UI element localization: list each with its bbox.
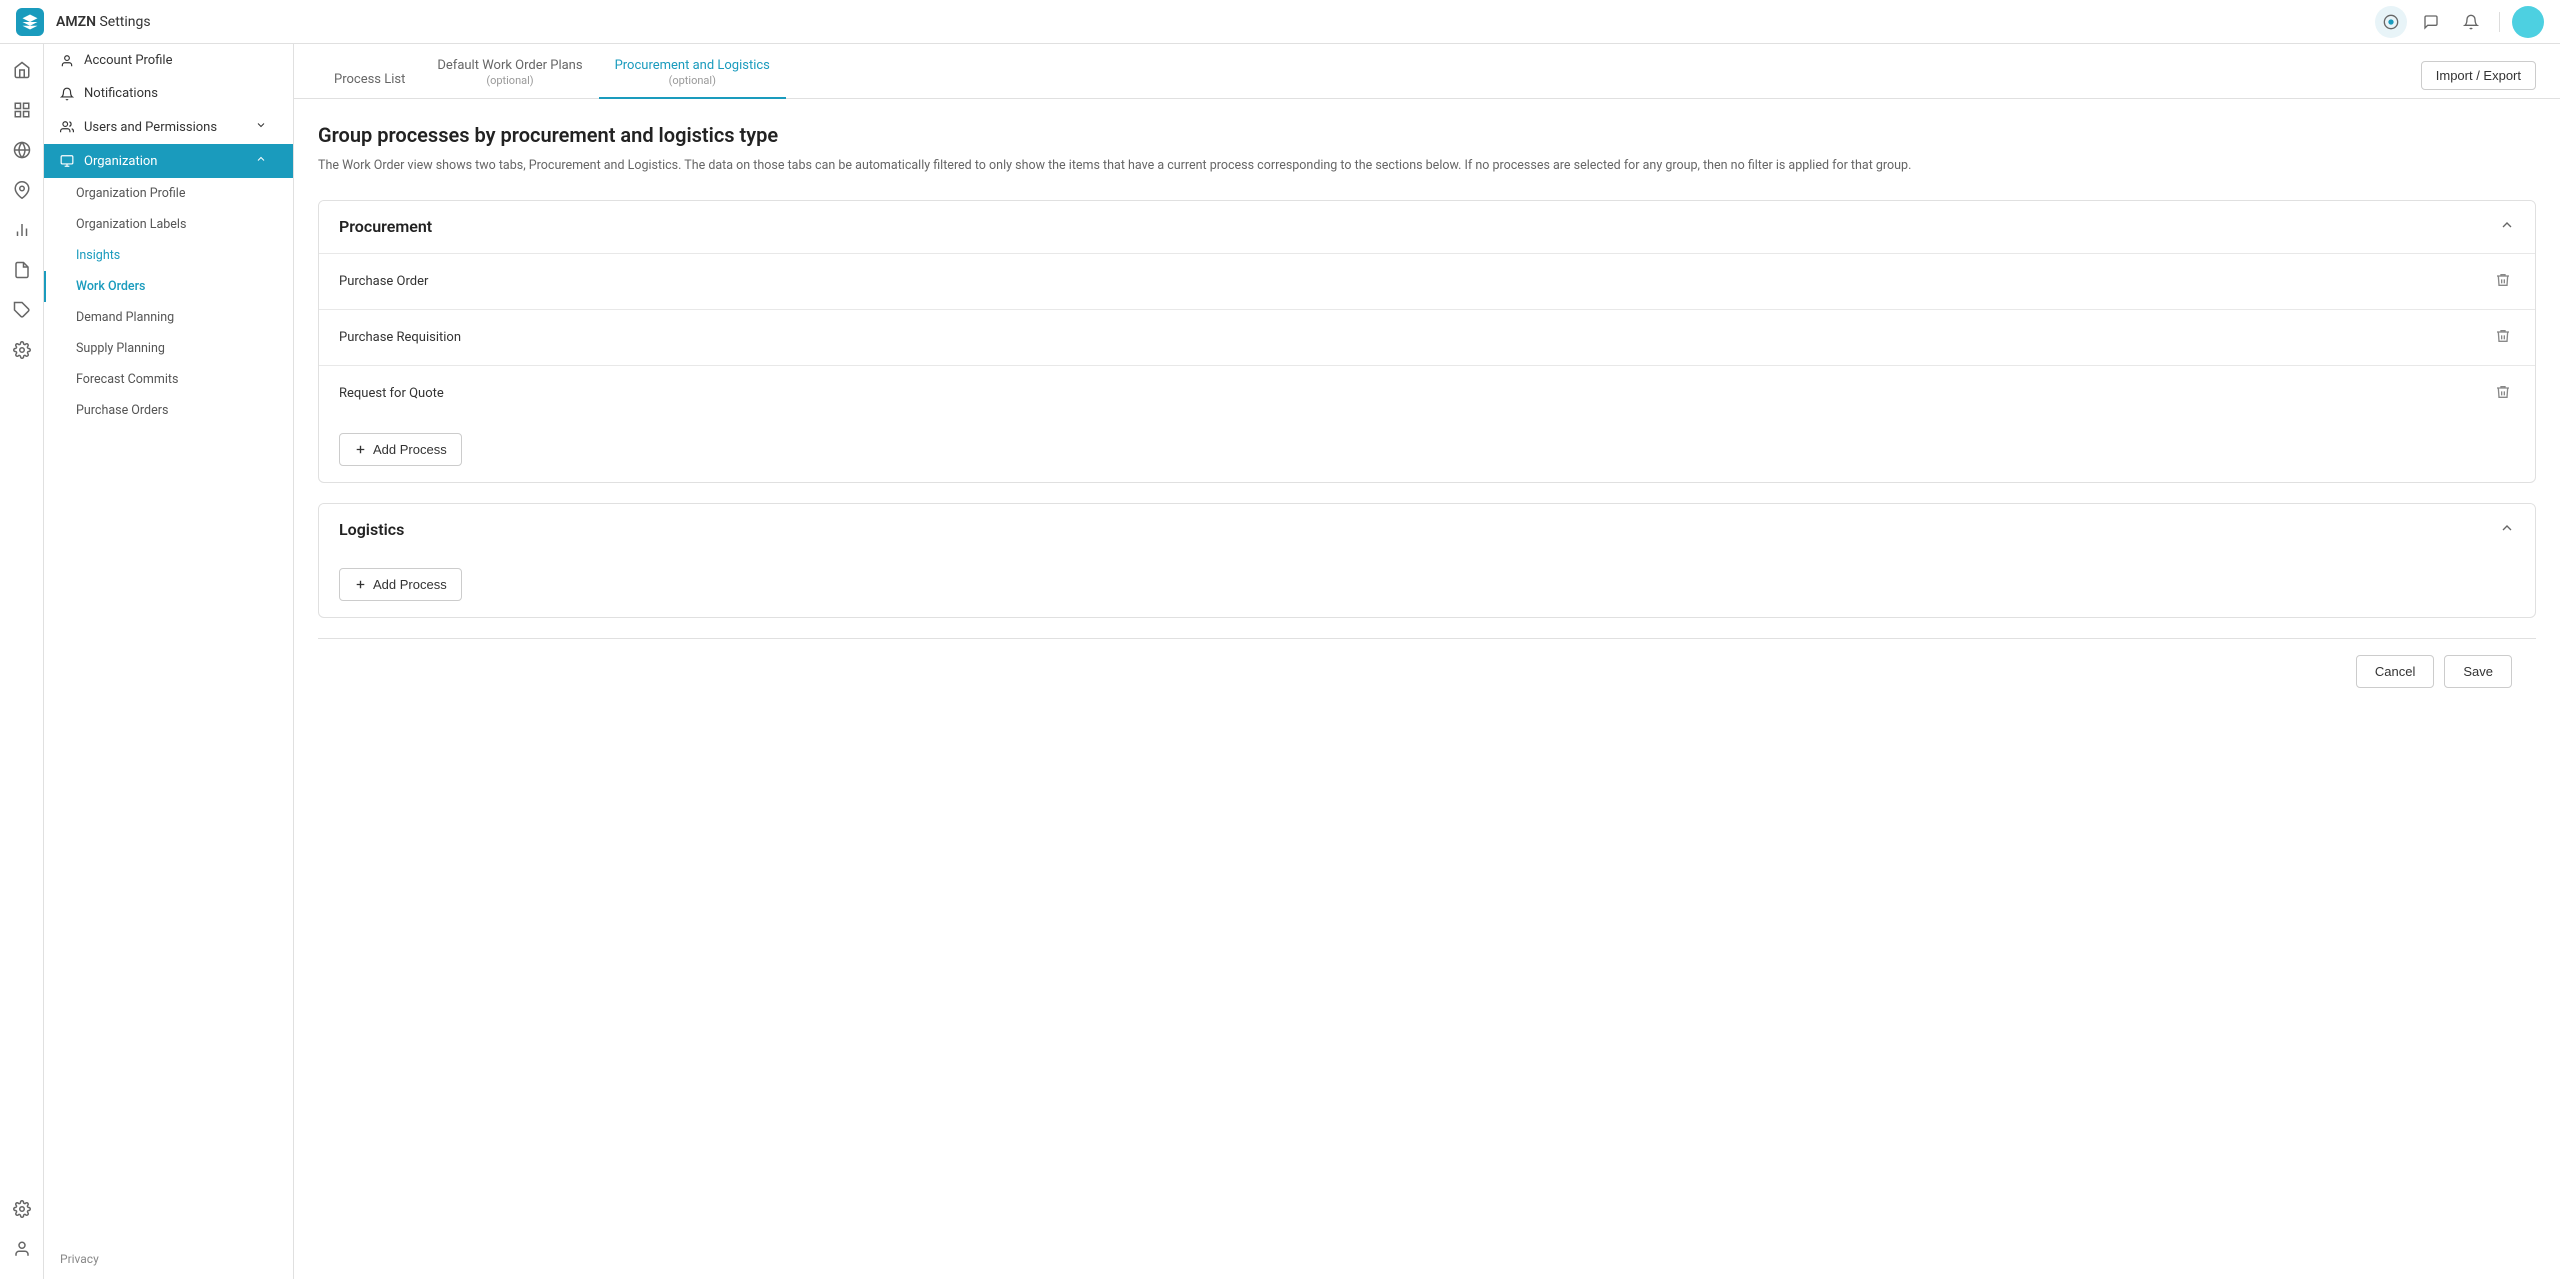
tab-actions: Import / Export — [2421, 53, 2536, 98]
icon-nav-bottom — [4, 1191, 40, 1279]
import-export-button[interactable]: Import / Export — [2421, 61, 2536, 90]
topbar-actions — [2375, 6, 2544, 38]
delete-purchase-order-button[interactable] — [2491, 268, 2515, 295]
procurement-section: Procurement Purchase Order Purchase Requ… — [318, 200, 2536, 483]
privacy-link[interactable]: Privacy — [60, 1252, 99, 1266]
sidebar-label-users-permissions: Users and Permissions — [84, 120, 217, 135]
nav-user-circle[interactable] — [4, 1231, 40, 1267]
logistics-section: Logistics Add Process — [318, 503, 2536, 618]
process-row-request-for-quote: Request for Quote — [319, 365, 2535, 421]
sidebar-item-users-permissions[interactable]: Users and Permissions — [44, 110, 293, 144]
nav-globe[interactable] — [4, 132, 40, 168]
icon-nav — [0, 44, 44, 1279]
content-area: Process List Default Work Order Plans (o… — [294, 44, 2560, 1279]
nav-pin[interactable] — [4, 172, 40, 208]
nav-bar-chart[interactable] — [4, 212, 40, 248]
tab-process-list[interactable]: Process List — [318, 58, 421, 99]
procurement-header: Procurement — [319, 201, 2535, 253]
tab-procurement-logistics[interactable]: Procurement and Logistics (optional) — [599, 44, 786, 99]
sidebar-sub-org-profile[interactable]: Organization Profile — [44, 178, 293, 209]
users-permissions-chevron — [255, 119, 277, 135]
avatar[interactable] — [2512, 6, 2544, 38]
sidebar-sub-insights[interactable]: Insights — [44, 240, 293, 271]
sidebar-sub-supply-planning[interactable]: Supply Planning — [44, 333, 293, 364]
topbar-divider — [2499, 12, 2500, 32]
cancel-button[interactable]: Cancel — [2356, 655, 2434, 688]
help-icon[interactable] — [2375, 6, 2407, 38]
sidebar-label-account-profile: Account Profile — [84, 53, 172, 68]
delete-purchase-requisition-button[interactable] — [2491, 324, 2515, 351]
nav-grid[interactable] — [4, 92, 40, 128]
nav-settings[interactable] — [4, 332, 40, 368]
process-row-purchase-requisition: Purchase Requisition — [319, 309, 2535, 365]
add-process-procurement-button[interactable]: Add Process — [339, 433, 462, 466]
topbar-title: AMZN Settings — [56, 14, 151, 30]
save-button[interactable]: Save — [2444, 655, 2512, 688]
procurement-title: Procurement — [339, 217, 432, 236]
process-name-request-for-quote: Request for Quote — [339, 386, 444, 401]
delete-request-for-quote-button[interactable] — [2491, 380, 2515, 407]
nav-home[interactable] — [4, 52, 40, 88]
sidebar-label-organization: Organization — [84, 154, 157, 169]
sidebar-item-notifications[interactable]: Notifications — [44, 77, 293, 110]
sidebar-label-notifications: Notifications — [84, 86, 158, 101]
page-description: The Work Order view shows two tabs, Proc… — [318, 157, 2536, 176]
logistics-toggle[interactable] — [2499, 520, 2515, 540]
process-name-purchase-order: Purchase Order — [339, 274, 428, 289]
footer-actions: Cancel Save — [318, 638, 2536, 704]
app-logo — [16, 8, 44, 36]
organization-chevron — [255, 153, 277, 169]
main-content: Process List Default Work Order Plans (o… — [294, 44, 2560, 1279]
nav-gear[interactable] — [4, 1191, 40, 1227]
sidebar-item-organization[interactable]: Organization — [44, 144, 293, 178]
page-title: Group processes by procurement and logis… — [318, 123, 2536, 147]
nav-tag[interactable] — [4, 292, 40, 328]
sidebar-sub-org-labels[interactable]: Organization Labels — [44, 209, 293, 240]
sidebar-item-account-profile[interactable]: Account Profile — [44, 44, 293, 77]
process-row-purchase-order: Purchase Order — [319, 253, 2535, 309]
add-process-logistics-button[interactable]: Add Process — [339, 568, 462, 601]
tab-default-work-order-plans[interactable]: Default Work Order Plans (optional) — [421, 44, 598, 99]
sidebar: Account Profile Notifications Users and … — [44, 44, 294, 1279]
sidebar-sub-purchase-orders[interactable]: Purchase Orders — [44, 395, 293, 426]
nav-doc[interactable] — [4, 252, 40, 288]
tabs-bar: Process List Default Work Order Plans (o… — [294, 44, 2560, 99]
topbar: AMZN Settings — [0, 0, 2560, 44]
procurement-toggle[interactable] — [2499, 217, 2515, 237]
sidebar-sub-work-orders[interactable]: Work Orders — [44, 271, 293, 302]
sidebar-sub-forecast-commits[interactable]: Forecast Commits — [44, 364, 293, 395]
logistics-title: Logistics — [339, 520, 404, 539]
logistics-header: Logistics — [319, 504, 2535, 556]
chat-icon[interactable] — [2415, 6, 2447, 38]
page-body: Group processes by procurement and logis… — [294, 99, 2560, 728]
process-name-purchase-requisition: Purchase Requisition — [339, 330, 461, 345]
bell-icon[interactable] — [2455, 6, 2487, 38]
sidebar-sub-demand-planning[interactable]: Demand Planning — [44, 302, 293, 333]
